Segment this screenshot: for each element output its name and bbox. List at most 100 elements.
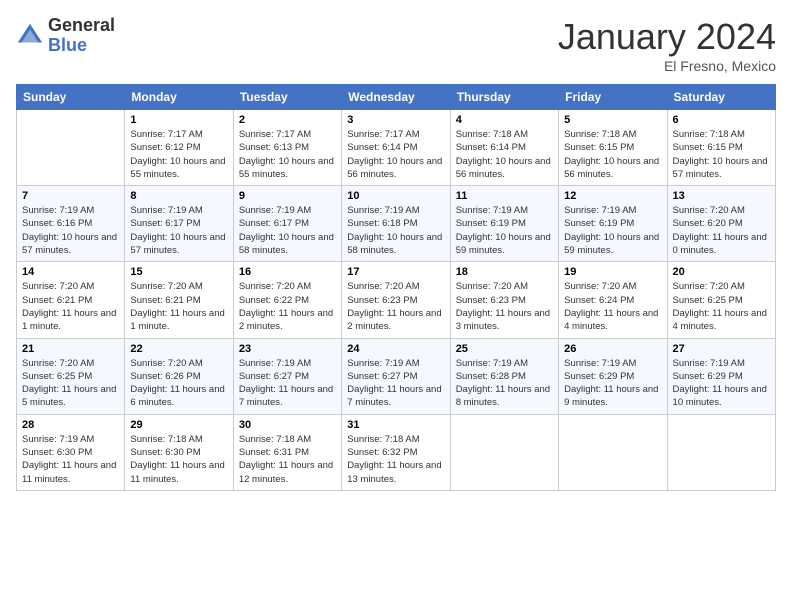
calendar-week-row: 14 Sunrise: 7:20 AMSunset: 6:21 PMDayligh… bbox=[17, 262, 776, 338]
calendar-week-row: 28Sunrise: 7:19 AMSunset: 6:30 PMDayligh… bbox=[17, 414, 776, 490]
day-info: Sunrise: 7:19 AMSunset: 6:17 PMDaylight:… bbox=[130, 204, 227, 257]
calendar-cell: 14Sunrise: 7:20 AMSunset: 6:21 PMDayligh… bbox=[17, 262, 125, 338]
calendar-week-row: 1 Sunrise: 7:17 AMSunset: 6:12 PMDaylight… bbox=[17, 110, 776, 186]
day-info: Sunrise: 7:19 AMSunset: 6:29 PMDaylight:… bbox=[564, 357, 661, 410]
day-number: 16 bbox=[239, 266, 336, 278]
day-number: 21 bbox=[22, 343, 119, 355]
day-number: 8 bbox=[130, 190, 227, 202]
day-number: 23 bbox=[239, 343, 336, 355]
title-block: January 2024 El Fresno, Mexico bbox=[558, 16, 776, 74]
day-header-thursday: Thursday bbox=[450, 85, 558, 110]
day-info: Sunrise: 7:18 AMSunset: 6:15 PMDaylight:… bbox=[564, 128, 661, 181]
calendar-cell: 12 Sunrise: 7:19 AMSunset: 6:19 PMDayligh… bbox=[559, 186, 667, 262]
calendar-cell: 31Sunrise: 7:18 AMSunset: 6:32 PMDayligh… bbox=[342, 414, 450, 490]
day-number: 12 bbox=[564, 190, 661, 202]
day-info: Sunrise: 7:19 AMSunset: 6:19 PMDaylight:… bbox=[564, 204, 661, 257]
calendar-cell: 28Sunrise: 7:19 AMSunset: 6:30 PMDayligh… bbox=[17, 414, 125, 490]
calendar-cell: 5 Sunrise: 7:18 AMSunset: 6:15 PMDaylight… bbox=[559, 110, 667, 186]
calendar-cell: 18 Sunrise: 7:20 AMSunset: 6:23 PMDayligh… bbox=[450, 262, 558, 338]
calendar-cell: 26 Sunrise: 7:19 AMSunset: 6:29 PMDayligh… bbox=[559, 338, 667, 414]
calendar-cell: 19 Sunrise: 7:20 AMSunset: 6:24 PMDayligh… bbox=[559, 262, 667, 338]
day-info: Sunrise: 7:17 AMSunset: 6:13 PMDaylight:… bbox=[239, 128, 336, 181]
day-info: Sunrise: 7:19 AMSunset: 6:16 PMDaylight:… bbox=[22, 204, 119, 257]
calendar-cell: 30 Sunrise: 7:18 AMSunset: 6:31 PMDayligh… bbox=[233, 414, 341, 490]
day-header-wednesday: Wednesday bbox=[342, 85, 450, 110]
day-info: Sunrise: 7:18 AMSunset: 6:14 PMDaylight:… bbox=[456, 128, 553, 181]
calendar-cell: 21 Sunrise: 7:20 AMSunset: 6:25 PMDayligh… bbox=[17, 338, 125, 414]
day-info: Sunrise: 7:19 AMSunset: 6:17 PMDaylight:… bbox=[239, 204, 336, 257]
calendar-cell: 24Sunrise: 7:19 AMSunset: 6:27 PMDayligh… bbox=[342, 338, 450, 414]
day-info: Sunrise: 7:20 AMSunset: 6:23 PMDaylight:… bbox=[347, 280, 444, 333]
day-number: 11 bbox=[456, 190, 553, 202]
day-number: 6 bbox=[673, 114, 770, 126]
calendar-cell: 7 Sunrise: 7:19 AMSunset: 6:16 PMDaylight… bbox=[17, 186, 125, 262]
day-number: 20 bbox=[673, 266, 770, 278]
day-info: Sunrise: 7:18 AMSunset: 6:30 PMDaylight:… bbox=[130, 433, 227, 486]
calendar-cell bbox=[667, 414, 775, 490]
day-info: Sunrise: 7:20 AMSunset: 6:23 PMDaylight:… bbox=[456, 280, 553, 333]
calendar-cell: 1 Sunrise: 7:17 AMSunset: 6:12 PMDaylight… bbox=[125, 110, 233, 186]
day-header-tuesday: Tuesday bbox=[233, 85, 341, 110]
day-info: Sunrise: 7:20 AMSunset: 6:25 PMDaylight:… bbox=[673, 280, 770, 333]
day-number: 30 bbox=[239, 419, 336, 431]
location-subtitle: El Fresno, Mexico bbox=[558, 58, 776, 74]
calendar-cell bbox=[17, 110, 125, 186]
day-info: Sunrise: 7:17 AMSunset: 6:12 PMDaylight:… bbox=[130, 128, 227, 181]
calendar-header-row: SundayMondayTuesdayWednesdayThursdayFrid… bbox=[17, 85, 776, 110]
day-info: Sunrise: 7:20 AMSunset: 6:25 PMDaylight:… bbox=[22, 357, 119, 410]
day-header-friday: Friday bbox=[559, 85, 667, 110]
day-info: Sunrise: 7:19 AMSunset: 6:27 PMDaylight:… bbox=[347, 357, 444, 410]
calendar-cell: 16 Sunrise: 7:20 AMSunset: 6:22 PMDayligh… bbox=[233, 262, 341, 338]
day-info: Sunrise: 7:19 AMSunset: 6:29 PMDaylight:… bbox=[673, 357, 770, 410]
day-info: Sunrise: 7:20 AMSunset: 6:21 PMDaylight:… bbox=[130, 280, 227, 333]
day-number: 1 bbox=[130, 114, 227, 126]
day-number: 4 bbox=[456, 114, 553, 126]
day-info: Sunrise: 7:20 AMSunset: 6:20 PMDaylight:… bbox=[673, 204, 770, 257]
day-number: 14 bbox=[22, 266, 119, 278]
day-info: Sunrise: 7:18 AMSunset: 6:15 PMDaylight:… bbox=[673, 128, 770, 181]
day-info: Sunrise: 7:17 AMSunset: 6:14 PMDaylight:… bbox=[347, 128, 444, 181]
day-number: 13 bbox=[673, 190, 770, 202]
day-header-monday: Monday bbox=[125, 85, 233, 110]
calendar-cell: 10Sunrise: 7:19 AMSunset: 6:18 PMDayligh… bbox=[342, 186, 450, 262]
day-info: Sunrise: 7:18 AMSunset: 6:31 PMDaylight:… bbox=[239, 433, 336, 486]
calendar-cell: 2 Sunrise: 7:17 AMSunset: 6:13 PMDaylight… bbox=[233, 110, 341, 186]
day-info: Sunrise: 7:19 AMSunset: 6:18 PMDaylight:… bbox=[347, 204, 444, 257]
day-number: 27 bbox=[673, 343, 770, 355]
day-number: 25 bbox=[456, 343, 553, 355]
calendar-week-row: 7 Sunrise: 7:19 AMSunset: 6:16 PMDaylight… bbox=[17, 186, 776, 262]
calendar-cell: 6 Sunrise: 7:18 AMSunset: 6:15 PMDaylight… bbox=[667, 110, 775, 186]
day-info: Sunrise: 7:20 AMSunset: 6:24 PMDaylight:… bbox=[564, 280, 661, 333]
day-number: 19 bbox=[564, 266, 661, 278]
day-number: 7 bbox=[22, 190, 119, 202]
calendar-cell bbox=[450, 414, 558, 490]
day-number: 26 bbox=[564, 343, 661, 355]
day-info: Sunrise: 7:20 AMSunset: 6:22 PMDaylight:… bbox=[239, 280, 336, 333]
logo-text: General Blue bbox=[48, 16, 115, 56]
calendar-cell: 9 Sunrise: 7:19 AMSunset: 6:17 PMDaylight… bbox=[233, 186, 341, 262]
calendar-cell: 3Sunrise: 7:17 AMSunset: 6:14 PMDaylight… bbox=[342, 110, 450, 186]
logo: General Blue bbox=[16, 16, 115, 56]
day-number: 2 bbox=[239, 114, 336, 126]
calendar-cell: 4 Sunrise: 7:18 AMSunset: 6:14 PMDaylight… bbox=[450, 110, 558, 186]
calendar-cell: 13 Sunrise: 7:20 AMSunset: 6:20 PMDayligh… bbox=[667, 186, 775, 262]
day-header-sunday: Sunday bbox=[17, 85, 125, 110]
logo-blue-text: Blue bbox=[48, 36, 115, 56]
calendar-cell: 29Sunrise: 7:18 AMSunset: 6:30 PMDayligh… bbox=[125, 414, 233, 490]
calendar-cell: 11Sunrise: 7:19 AMSunset: 6:19 PMDayligh… bbox=[450, 186, 558, 262]
day-info: Sunrise: 7:19 AMSunset: 6:27 PMDaylight:… bbox=[239, 357, 336, 410]
calendar-cell: 22 Sunrise: 7:20 AMSunset: 6:26 PMDayligh… bbox=[125, 338, 233, 414]
day-info: Sunrise: 7:20 AMSunset: 6:26 PMDaylight:… bbox=[130, 357, 227, 410]
calendar-cell: 20 Sunrise: 7:20 AMSunset: 6:25 PMDayligh… bbox=[667, 262, 775, 338]
day-number: 17 bbox=[347, 266, 444, 278]
day-header-saturday: Saturday bbox=[667, 85, 775, 110]
calendar-cell: 8 Sunrise: 7:19 AMSunset: 6:17 PMDaylight… bbox=[125, 186, 233, 262]
day-number: 18 bbox=[456, 266, 553, 278]
calendar-cell: 15Sunrise: 7:20 AMSunset: 6:21 PMDayligh… bbox=[125, 262, 233, 338]
calendar-cell bbox=[559, 414, 667, 490]
day-number: 9 bbox=[239, 190, 336, 202]
day-number: 22 bbox=[130, 343, 227, 355]
day-number: 5 bbox=[564, 114, 661, 126]
calendar-week-row: 21 Sunrise: 7:20 AMSunset: 6:25 PMDayligh… bbox=[17, 338, 776, 414]
logo-general-text: General bbox=[48, 16, 115, 36]
